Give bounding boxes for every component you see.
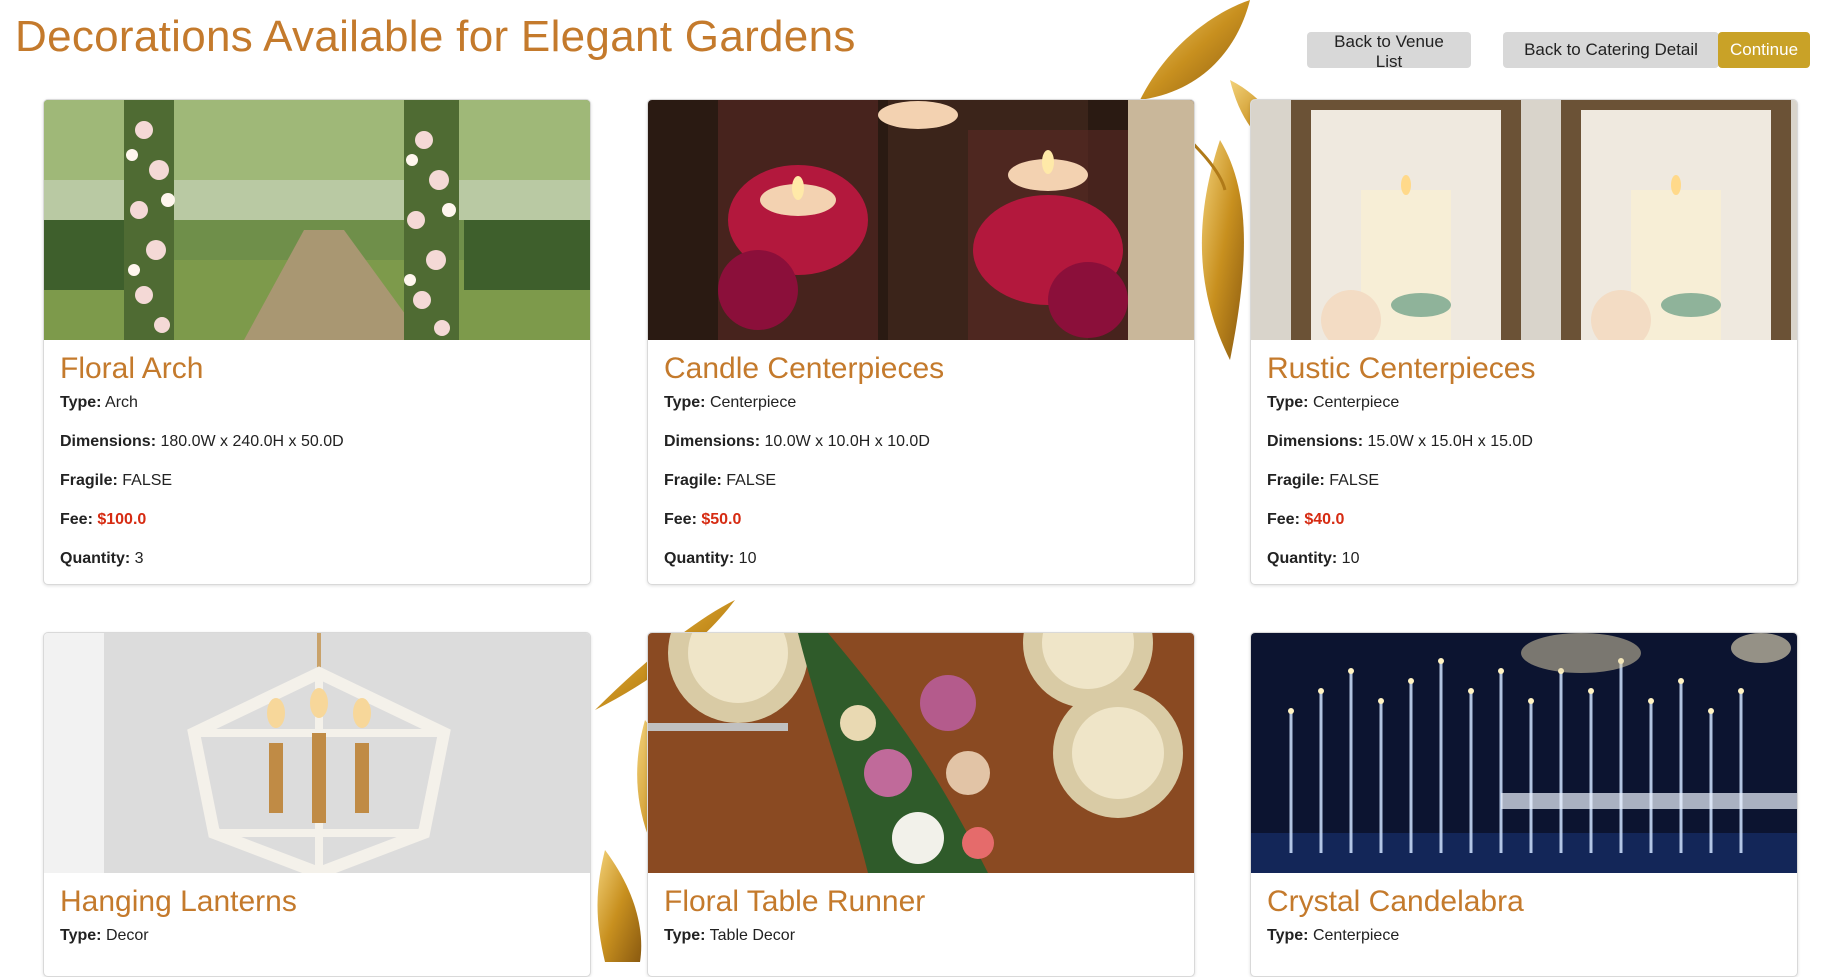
decoration-name: Floral Arch (60, 352, 204, 385)
decoration-name: Floral Table Runner (664, 885, 926, 918)
quantity-field: Quantity: 10 (1267, 550, 1360, 567)
fee-field: Fee: $40.0 (1267, 511, 1345, 528)
back-to-catering-detail-button[interactable]: Back to Catering Detail (1503, 32, 1719, 68)
decoration-card: Floral Arch Type: Arch Dimensions: 180.0… (43, 99, 591, 585)
decoration-card: Candle Centerpieces Type: Centerpiece Di… (647, 99, 1195, 585)
back-to-venue-list-button[interactable]: Back to Venue List (1307, 32, 1471, 71)
decoration-card: Hanging Lanterns Type: Decor (43, 632, 591, 977)
dimensions-field: Dimensions: 15.0W x 15.0H x 15.0D (1267, 433, 1533, 450)
fragile-field: Fragile: FALSE (664, 472, 777, 489)
rustic-centerpieces-image (1251, 100, 1797, 340)
quantity-field: Quantity: 10 (664, 550, 757, 567)
decoration-name: Candle Centerpieces (664, 352, 945, 385)
floral-arch-image (44, 100, 590, 340)
type-field: Type: Centerpiece (664, 394, 797, 411)
type-field: Type: Arch (60, 394, 138, 411)
decoration-card: Crystal Candelabra Type: Centerpiece (1250, 632, 1798, 977)
fee-field: Fee: $100.0 (60, 511, 147, 528)
hanging-lanterns-image (44, 633, 590, 873)
dimensions-field: Dimensions: 180.0W x 240.0H x 50.0D (60, 433, 344, 450)
type-field: Type: Decor (60, 927, 149, 944)
fee-field: Fee: $50.0 (664, 511, 742, 528)
dimensions-field: Dimensions: 10.0W x 10.0H x 10.0D (664, 433, 930, 450)
floral-table-runner-image (648, 633, 1194, 873)
decoration-name: Rustic Centerpieces (1267, 352, 1536, 385)
decoration-card: Floral Table Runner Type: Table Decor (647, 632, 1195, 977)
page-title: Decorations Available for Elegant Garden… (15, 12, 856, 61)
type-field: Type: Table Decor (664, 927, 796, 944)
decoration-name: Crystal Candelabra (1267, 885, 1524, 918)
type-field: Type: Centerpiece (1267, 927, 1400, 944)
type-field: Type: Centerpiece (1267, 394, 1400, 411)
candle-centerpieces-image (648, 100, 1194, 340)
continue-button[interactable]: Continue (1718, 32, 1810, 68)
quantity-field: Quantity: 3 (60, 550, 144, 567)
fragile-field: Fragile: FALSE (1267, 472, 1380, 489)
decoration-card: Rustic Centerpieces Type: Centerpiece Di… (1250, 99, 1798, 585)
crystal-candelabra-image (1251, 633, 1797, 873)
fragile-field: Fragile: FALSE (60, 472, 173, 489)
decoration-name: Hanging Lanterns (60, 885, 297, 918)
